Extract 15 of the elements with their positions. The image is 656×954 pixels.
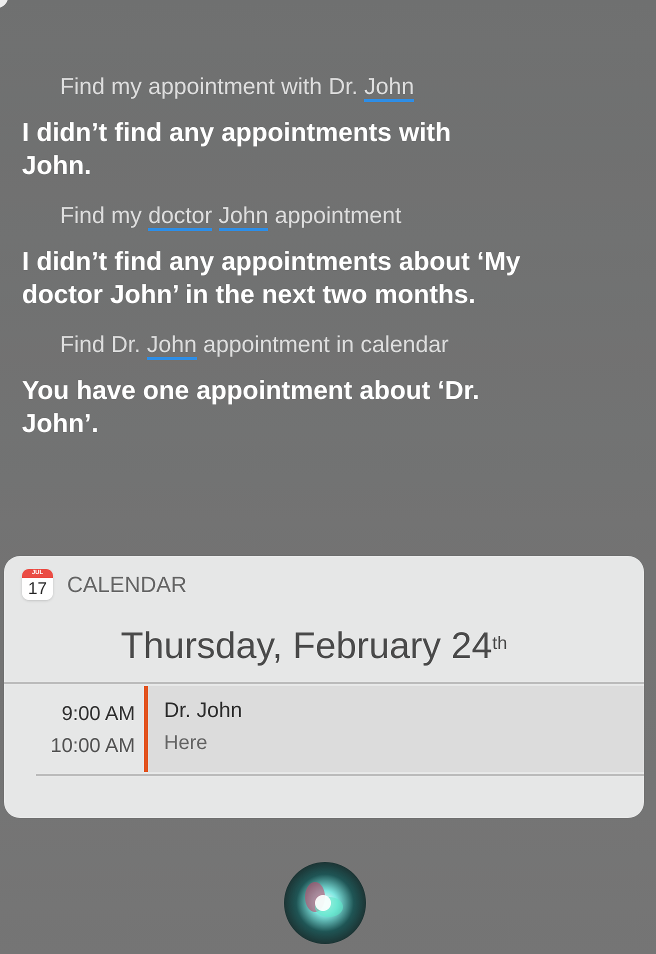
siri-orb-icon[interactable] bbox=[283, 861, 367, 945]
app-name: CALENDAR bbox=[67, 571, 187, 599]
user-query: Find my doctor John appointment bbox=[0, 199, 402, 231]
event-title: Dr. John bbox=[164, 698, 244, 724]
user-query: Find my appointment with Dr. John bbox=[0, 70, 414, 102]
siri-response: I didn’t find any appointments with John. bbox=[21, 116, 452, 182]
siri-response: You have one appointment about ‘Dr. John’. bbox=[21, 374, 480, 440]
user-query: Find Dr. John appointment in calendar bbox=[0, 328, 449, 360]
icon-day: 17 bbox=[28, 578, 47, 599]
event-date: Thursday, February 24$^{th}$ bbox=[120, 624, 508, 668]
event-location: Here bbox=[164, 731, 208, 756]
event-end-time: 10:00 AM bbox=[50, 734, 135, 759]
event-start-time: 9:00 AM bbox=[62, 702, 135, 727]
siri-response: I didn’t find any appointments about ‘My doctor John’ in the next two months. bbox=[21, 245, 522, 311]
event-entry[interactable]: Dr. John Here bbox=[144, 686, 644, 772]
